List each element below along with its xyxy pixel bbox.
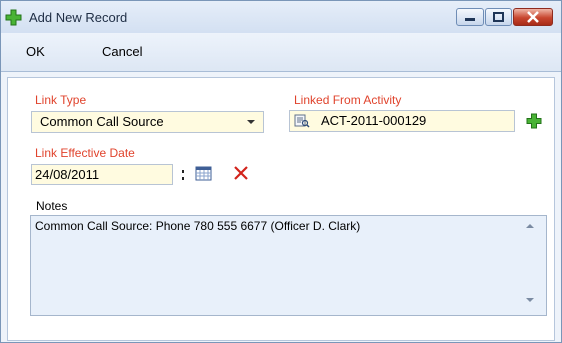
linked-from-activity-label: Linked From Activity (294, 93, 402, 107)
add-icon[interactable] (526, 113, 542, 129)
link-type-label: Link Type (35, 93, 87, 107)
scroll-up-icon[interactable] (526, 223, 534, 229)
title-bar: Add New Record (1, 1, 561, 33)
linked-from-activity-field[interactable]: ACT-2011-000129 (289, 110, 515, 132)
linked-from-activity-value: ACT-2011-000129 (321, 113, 427, 128)
link-effective-date-field[interactable]: 24/08/2011 (31, 164, 173, 185)
link-effective-date-label: Link Effective Date (35, 146, 135, 160)
add-record-icon (5, 9, 22, 26)
notes-value: Common Call Source: Phone 780 555 6677 (… (35, 219, 361, 233)
menu-bar: OK Cancel (1, 33, 561, 72)
calendar-icon[interactable] (195, 166, 212, 181)
cancel-button[interactable]: Cancel (102, 44, 142, 59)
window-title: Add New Record (29, 10, 128, 25)
notes-label: Notes (36, 199, 68, 213)
link-effective-date-value: 24/08/2011 (35, 167, 100, 182)
minimize-icon (465, 18, 475, 21)
close-icon (527, 11, 539, 23)
notes-textarea[interactable]: Common Call Source: Phone 780 555 6677 (… (30, 215, 547, 316)
clear-icon[interactable] (233, 165, 249, 181)
ok-button[interactable]: OK (26, 44, 45, 59)
lookup-icon (294, 114, 310, 128)
close-button[interactable] (513, 8, 553, 26)
maximize-icon (493, 12, 504, 22)
dropdown-arrow-icon (247, 120, 255, 124)
link-type-select[interactable]: Common Call Source (31, 111, 264, 133)
minimize-button[interactable] (456, 8, 484, 26)
add-new-record-window: Add New Record OK Cancel Link Type Commo… (0, 0, 562, 343)
link-type-value: Common Call Source (40, 114, 164, 129)
maximize-button[interactable] (485, 8, 512, 26)
spinner-icon[interactable] (178, 167, 188, 183)
scroll-down-icon[interactable] (526, 297, 534, 303)
